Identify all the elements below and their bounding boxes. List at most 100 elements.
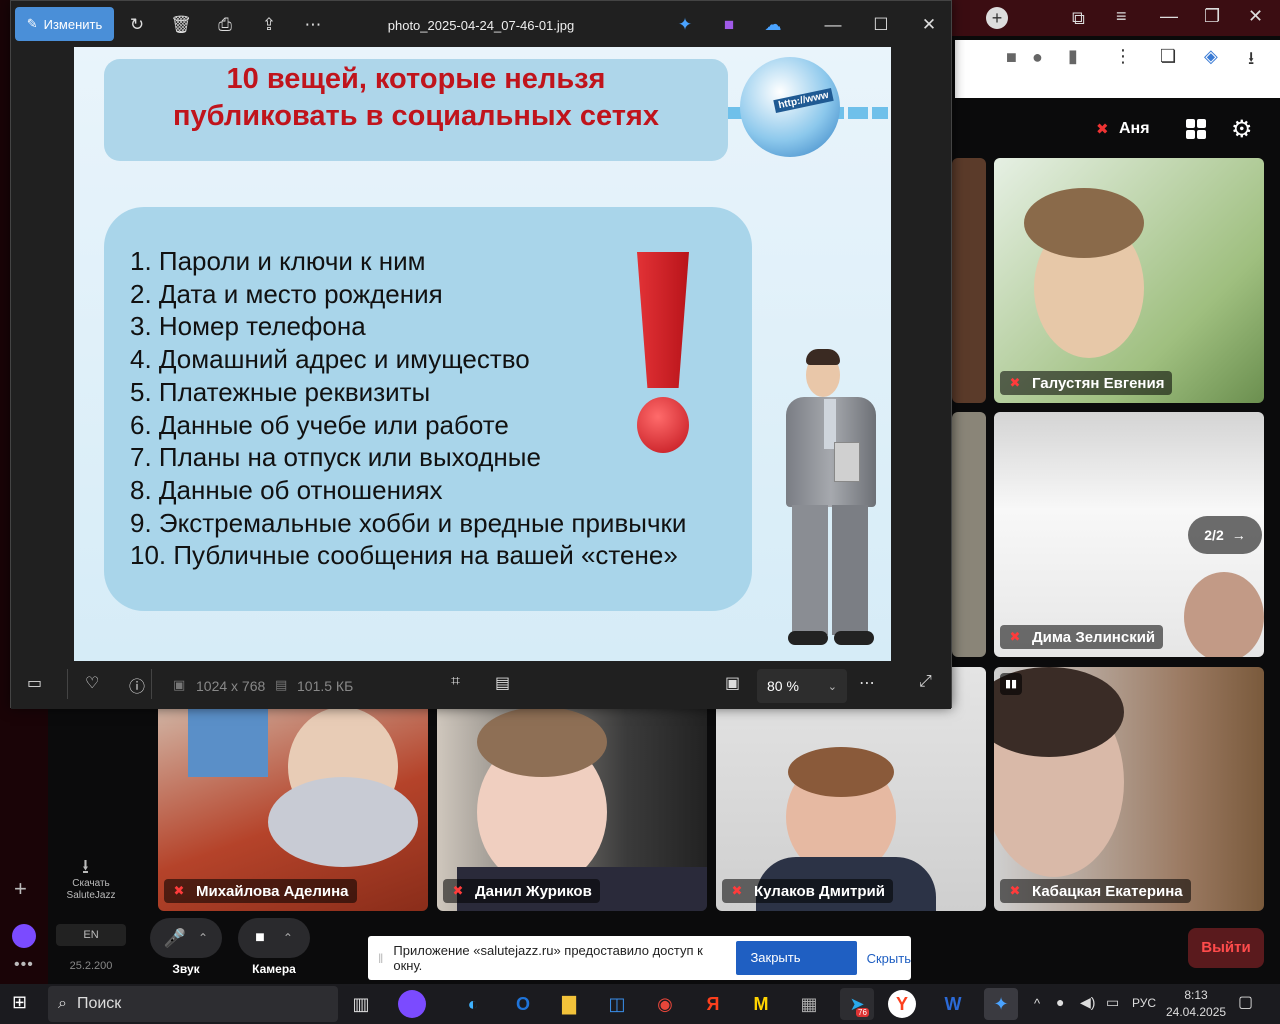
clock[interactable]: 8:13 24.04.2025: [1166, 987, 1226, 1021]
favorite-icon[interactable]: ♡: [85, 673, 99, 693]
filmstrip-icon[interactable]: ▭: [27, 673, 42, 693]
mic-off-icon: ✖: [452, 883, 464, 898]
zoom-select[interactable]: 80 % ⌄: [757, 669, 847, 703]
man-shoe: [834, 631, 874, 645]
delete-icon[interactable]: 🗑: [167, 11, 195, 39]
man-folder: [834, 442, 860, 482]
designer-icon[interactable]: ✦: [671, 11, 699, 39]
edit-button[interactable]: ✎ Изменить: [15, 7, 114, 41]
camera-icon[interactable]: ■: [1006, 47, 1017, 68]
pager-label: 2/2: [1204, 527, 1224, 543]
download-label-line2: SaluteJazz: [66, 890, 116, 901]
mic-toggle-button[interactable]: 🎤 ⌃: [150, 918, 222, 958]
collections-icon[interactable]: ⧉: [1072, 8, 1085, 29]
visual-search-icon[interactable]: ⌗: [451, 673, 460, 691]
list-item: 2. Дата и место рождения: [130, 278, 443, 309]
mic-off-icon: ✖: [173, 883, 185, 898]
share-icon[interactable]: ⇪: [255, 11, 283, 39]
windows-start-icon[interactable]: ⊞: [12, 992, 27, 1013]
rotate-icon[interactable]: ↻: [123, 11, 151, 39]
reader-icon[interactable]: ❏: [1160, 46, 1176, 67]
task-view-icon[interactable]: ▥: [344, 988, 378, 1020]
next-page-button[interactable]: 2/2 →: [1188, 516, 1262, 554]
mic-icon[interactable]: ●: [1032, 47, 1043, 68]
notifications-icon[interactable]: ▢: [1238, 992, 1253, 1012]
more-icon[interactable]: •••: [14, 956, 34, 974]
alice-icon[interactable]: [398, 990, 426, 1018]
mic-off-icon: ✖: [1009, 883, 1021, 898]
share-notification: ‖ Приложение «salutejazz.ru» предоставил…: [368, 936, 911, 999]
word-icon[interactable]: W: [936, 988, 970, 1020]
participant-label: ✖ Михайлова Аделина: [164, 879, 357, 903]
yandex-icon[interactable]: Я: [696, 988, 730, 1020]
network-app-icon[interactable]: ▦: [792, 988, 826, 1020]
fit-screen-icon[interactable]: ▣: [725, 673, 740, 693]
chevron-up-icon[interactable]: ⌃: [198, 931, 208, 945]
clock-date: 24.04.2025: [1166, 1005, 1227, 1019]
edge-icon[interactable]: ◐: [456, 988, 490, 1020]
slide-title-line1: 10 вещей, которые нельзя: [226, 63, 606, 95]
participant-tile[interactable]: ▮▮ ✖ Кабацкая Екатерина: [994, 667, 1264, 911]
man-hair: [806, 349, 840, 365]
chevron-up-icon[interactable]: ^: [1034, 996, 1040, 1011]
version-label: 25.2.200: [69, 960, 113, 972]
network-icon[interactable]: ▭: [1106, 994, 1119, 1011]
clock-time: 8:13: [1184, 988, 1208, 1002]
protect-icon[interactable]: ◈: [1204, 46, 1218, 67]
close-icon[interactable]: ✕: [915, 11, 943, 39]
download-icon[interactable]: ⭳: [1248, 46, 1254, 76]
market-icon[interactable]: M: [744, 988, 778, 1020]
hide-button[interactable]: Скрыть: [867, 951, 911, 966]
file-size: 101.5 КБ: [297, 678, 354, 694]
folder-icon[interactable]: ▇: [552, 988, 586, 1020]
participant-tile[interactable]: ✖ Галустян Евгения: [994, 158, 1264, 403]
chrome-icon[interactable]: ◉: [648, 988, 682, 1020]
photos-icon[interactable]: ✦: [984, 988, 1018, 1020]
more-icon[interactable]: ⋮: [1114, 46, 1132, 67]
text-scan-icon[interactable]: ▤: [495, 673, 510, 693]
camera-toggle-button[interactable]: ■ ⌃: [238, 918, 310, 958]
drag-handle-icon[interactable]: ‖: [378, 951, 383, 966]
search-icon: ⌕: [58, 995, 67, 1012]
language-button[interactable]: EN: [56, 924, 126, 946]
list-item: 10. Публичные сообщения на вашей «стене»: [130, 540, 678, 571]
clipchamp-icon[interactable]: ■: [715, 11, 743, 39]
mic-icon[interactable]: ●: [1056, 994, 1064, 1010]
input-language[interactable]: РУС: [1132, 996, 1156, 1010]
grid-view-icon[interactable]: [1186, 119, 1206, 139]
add-icon[interactable]: +: [14, 876, 27, 902]
minimize-icon[interactable]: —: [819, 11, 847, 39]
outlook-icon[interactable]: O: [506, 988, 540, 1020]
taskbar-search[interactable]: ⌕ Поиск: [48, 986, 338, 1022]
more-icon[interactable]: ⋯: [859, 673, 875, 693]
onedrive-icon[interactable]: ☁: [759, 11, 787, 39]
mic-muted-icon: ✖: [1096, 121, 1109, 138]
volume-icon[interactable]: ◀): [1080, 994, 1095, 1011]
participant-label: ✖ Кабацкая Екатерина: [1000, 879, 1191, 903]
list-item: 4. Домашний адрес и имущество: [130, 344, 530, 375]
zoom-value: 80 %: [767, 678, 799, 694]
close-access-button[interactable]: Закрыть доступ: [736, 941, 857, 999]
restore-icon[interactable]: ❐: [1204, 6, 1220, 27]
new-tab-button[interactable]: +: [986, 7, 1008, 29]
assistant-icon[interactable]: [12, 924, 36, 948]
file-size-icon: ▤: [275, 677, 288, 692]
minimize-icon[interactable]: —: [1160, 6, 1178, 27]
download-app-label[interactable]: Скачать SaluteJazz: [56, 878, 126, 902]
bookmark-icon[interactable]: ▮: [1068, 46, 1078, 67]
exit-button[interactable]: Выйти: [1188, 928, 1264, 968]
more-icon[interactable]: ⋯: [299, 11, 327, 39]
maximize-icon[interactable]: ☐: [867, 11, 895, 39]
menu-icon[interactable]: ≡: [1116, 6, 1127, 27]
fullscreen-icon[interactable]: ⤢: [919, 673, 932, 691]
list-item: 1. Пароли и ключи к ним: [130, 246, 426, 276]
yandex-browser-icon[interactable]: Y: [888, 990, 916, 1018]
info-icon[interactable]: ⓘ: [129, 673, 145, 697]
download-label-line1: Скачать: [72, 878, 110, 889]
slide-title-line2: публиковать в социальных сетях: [173, 100, 659, 132]
gear-icon[interactable]: ⚙: [1231, 115, 1253, 144]
chevron-up-icon[interactable]: ⌃: [283, 931, 293, 945]
close-icon[interactable]: ✕: [1248, 6, 1263, 27]
store-icon[interactable]: ◫: [600, 988, 634, 1020]
print-icon[interactable]: ⎙: [211, 11, 239, 39]
